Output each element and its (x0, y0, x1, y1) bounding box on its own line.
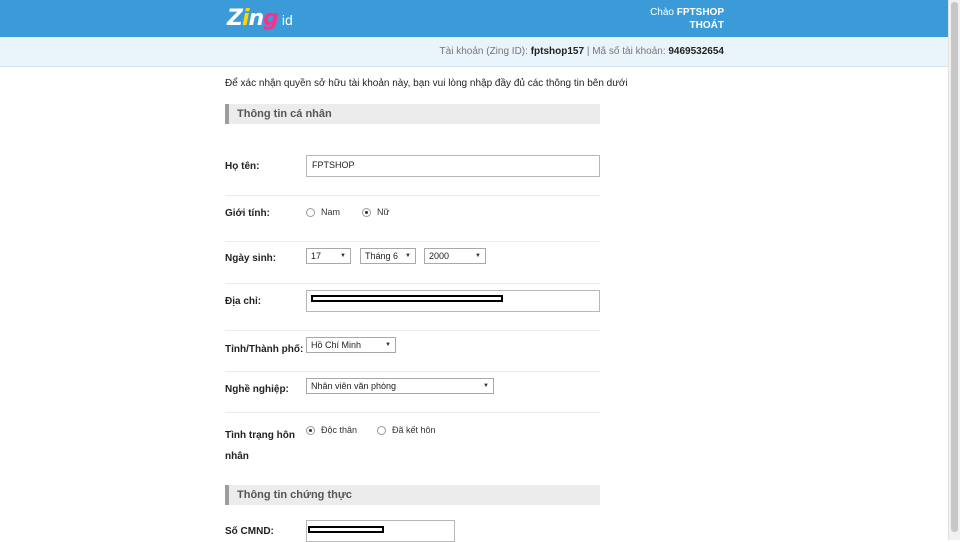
job-select[interactable]: Nhân viên văn phòng ▼ (306, 378, 494, 394)
greeting-prefix: Chào (650, 7, 674, 18)
marital-option-married[interactable]: Đã kết hôn (377, 425, 436, 435)
marital-option-single[interactable]: Độc thân (306, 425, 357, 435)
top-bar: Zing id Chào FPTSHOP THOÁT (0, 0, 949, 37)
dropdown-arrow-icon: ▼ (483, 383, 489, 389)
zing-id-label: Tài khoản (Zing ID): (439, 46, 528, 57)
account-number-value: 9469532654 (668, 46, 724, 57)
divider (225, 412, 600, 413)
logo-suffix: id (281, 12, 293, 28)
page-scrollbar[interactable] (948, 0, 960, 540)
zing-id-value: fptshop157 (530, 46, 585, 57)
city-value: Hồ Chí Minh (311, 340, 362, 350)
account-info: Tài khoản (Zing ID): fptshop157 | Mã số … (440, 46, 724, 57)
marital-label: Tình trạng hôn nhân (225, 425, 295, 467)
radio-single[interactable] (306, 425, 315, 435)
divider (225, 283, 600, 284)
divider (225, 241, 600, 242)
radio-male[interactable] (306, 207, 315, 217)
username: FPTSHOP (676, 7, 724, 18)
city-select[interactable]: Hồ Chí Minh ▼ (306, 337, 396, 353)
marital-label-line2: nhân (225, 451, 249, 462)
info-separator: | (586, 46, 590, 57)
id-number-label: Số CMND: (225, 526, 274, 537)
birthday-month-value: Tháng 6 (365, 251, 399, 261)
marital-married-label: Đã kết hôn (392, 425, 436, 435)
marital-label-line1: Tình trạng hôn (225, 430, 295, 441)
marital-single-label: Độc thân (321, 425, 358, 435)
fullname-input[interactable]: FPTSHOP (306, 155, 600, 177)
redaction-bar (308, 526, 384, 533)
gender-option-male[interactable]: Nam (306, 207, 340, 217)
divider (225, 195, 600, 196)
section-verification-info: Thông tin chứng thực (225, 485, 600, 505)
dropdown-arrow-icon: ▼ (385, 342, 391, 348)
intro-text: Để xác nhận quyền sở hữu tài khoản này, … (225, 78, 628, 89)
account-number-label: Mã số tài khoản: (592, 46, 666, 57)
address-label: Địa chỉ: (225, 296, 262, 307)
fullname-label: Họ tên: (225, 161, 260, 172)
city-label: Tỉnh/Thành phố: (225, 344, 304, 355)
logo-wordmark: Zing (227, 5, 279, 31)
gender-male-label: Nam (321, 207, 341, 217)
birthday-day-value: 17 (311, 251, 322, 261)
radio-married[interactable] (377, 425, 386, 435)
dropdown-arrow-icon: ▼ (475, 253, 481, 259)
gender-female-label: Nữ (377, 207, 390, 217)
id-number-input[interactable] (306, 520, 455, 542)
dropdown-arrow-icon: ▼ (340, 253, 346, 259)
section-personal-info: Thông tin cá nhân (225, 104, 600, 124)
birthday-day-select[interactable]: 17 ▼ (306, 248, 351, 264)
job-value: Nhân viên văn phòng (311, 381, 397, 391)
divider (225, 330, 600, 331)
dropdown-arrow-icon: ▼ (405, 253, 411, 259)
logout-link[interactable]: THOÁT (650, 19, 724, 32)
user-greeting: Chào FPTSHOP THOÁT (650, 6, 724, 32)
account-info-bar: Tài khoản (Zing ID): fptshop157 | Mã số … (0, 37, 949, 67)
divider (225, 371, 600, 372)
address-input[interactable] (306, 290, 600, 312)
redaction-bar (311, 295, 503, 302)
job-label: Nghề nghiệp: (225, 384, 289, 395)
birthday-year-select[interactable]: 2000 ▼ (424, 248, 486, 264)
radio-female[interactable] (362, 207, 371, 217)
gender-label: Giới tính: (225, 208, 270, 219)
scrollbar-thumb[interactable] (951, 2, 958, 532)
birthday-year-value: 2000 (429, 251, 450, 261)
gender-option-female[interactable]: Nữ (362, 207, 390, 217)
zing-id-logo[interactable]: Zing id (227, 4, 293, 32)
birthday-month-select[interactable]: Tháng 6 ▼ (360, 248, 416, 264)
birthday-label: Ngày sinh: (225, 253, 277, 264)
